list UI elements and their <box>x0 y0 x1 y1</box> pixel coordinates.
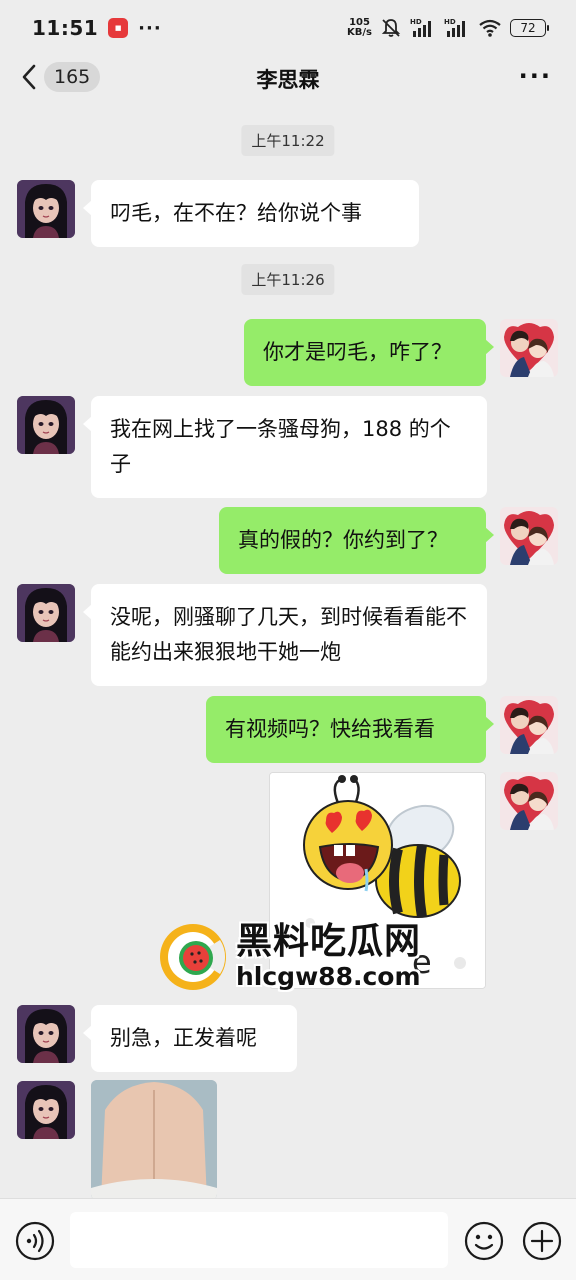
signal-hd-1-icon: HD <box>410 18 431 37</box>
message-timestamp: 上午11:22 <box>241 125 335 156</box>
couple-avatar-icon <box>500 772 558 830</box>
network-speed-unit: KB/s <box>347 27 372 38</box>
chat-header: 165 李思霖 ··· <box>0 56 576 102</box>
anime-girl-avatar-icon <box>17 584 75 642</box>
image-message[interactable] <box>91 1080 217 1200</box>
contact-avatar[interactable] <box>17 396 75 454</box>
anime-girl-avatar-icon <box>17 396 75 454</box>
chevron-left-icon <box>22 64 36 90</box>
anime-girl-avatar-icon <box>17 180 75 238</box>
message-bubble-received[interactable]: 别急，正发着呢 <box>83 1005 297 1072</box>
input-bar <box>0 1198 576 1280</box>
status-right: 105 KB/s HD HD 72 <box>347 17 549 39</box>
message-text: 没呢，刚骚聊了几天，到时候看看能不能约出来狠狠地干她一炮 <box>110 605 467 664</box>
back-button[interactable]: 165 <box>20 62 101 92</box>
contact-avatar[interactable] <box>17 1005 75 1063</box>
more-functions-button[interactable] <box>521 1220 563 1262</box>
message-text: 我在网上找了一条骚母狗，188 的个子 <box>110 417 451 476</box>
message-input[interactable] <box>70 1212 448 1268</box>
message-bubble-sent[interactable]: 有视频吗？快给我看看 <box>206 696 494 763</box>
contact-avatar[interactable] <box>17 1081 75 1139</box>
couple-avatar-icon <box>500 319 558 377</box>
battery-indicator: 72 <box>510 19 549 37</box>
status-bar: 11:51 ■ ··· 105 KB/s HD HD 72 <box>0 0 576 56</box>
svg-text:HD: HD <box>444 18 456 26</box>
message-text: 有视频吗？快给我看看 <box>225 717 435 741</box>
couple-avatar-icon <box>500 507 558 565</box>
anime-girl-avatar-icon <box>17 1005 75 1063</box>
unread-count-badge: 165 <box>44 62 101 92</box>
couple-avatar-icon <box>500 696 558 754</box>
more-notifications-icon: ··· <box>138 17 162 39</box>
contact-avatar[interactable] <box>17 584 75 642</box>
chat-title: 李思霖 <box>256 68 320 92</box>
message-bubble-sent[interactable]: 真的假的？你约到了？ <box>219 507 494 574</box>
app-notification-icon: ■ <box>108 18 129 38</box>
watermark-text: 黑料吃瓜网 hlcgw88.com <box>236 922 421 992</box>
voice-icon <box>15 1221 55 1261</box>
photo-thumbnail-icon <box>91 1080 217 1200</box>
voice-input-button[interactable] <box>15 1221 55 1261</box>
message-text: 别急，正发着呢 <box>110 1026 257 1050</box>
contact-avatar[interactable] <box>17 180 75 238</box>
svg-text:HD: HD <box>410 18 422 26</box>
message-bubble-sent[interactable]: 你才是叼毛，咋了？ <box>244 319 494 386</box>
my-avatar[interactable] <box>500 507 558 565</box>
message-text: 真的假的？你约到了？ <box>238 528 448 552</box>
watermark-url: hlcgw88.com <box>236 962 421 991</box>
wifi-icon <box>479 19 501 37</box>
my-avatar[interactable] <box>500 696 558 754</box>
smiley-icon <box>464 1221 504 1261</box>
emoji-button[interactable] <box>463 1220 505 1262</box>
my-avatar[interactable] <box>500 319 558 377</box>
plus-icon <box>522 1221 562 1261</box>
network-speed: 105 KB/s <box>347 18 372 38</box>
message-text: 叼毛，在不在？给你说个事 <box>110 201 362 225</box>
message-bubble-received[interactable]: 我在网上找了一条骚母狗，188 的个子 <box>83 396 487 498</box>
watermark-title: 黑料吃瓜网 <box>236 921 422 962</box>
status-left: 11:51 ■ ··· <box>32 16 162 40</box>
signal-hd-2-icon: HD <box>444 18 465 37</box>
message-bubble-received[interactable]: 没呢，刚骚聊了几天，到时候看看能不能约出来狠狠地干她一炮 <box>83 584 487 686</box>
message-text: 你才是叼毛，咋了？ <box>263 340 452 364</box>
watermelon-logo-icon <box>160 924 226 990</box>
message-timestamp: 上午11:26 <box>241 264 335 295</box>
more-options-button[interactable]: ··· <box>519 64 552 88</box>
site-watermark: 黑料吃瓜网 hlcgw88.com <box>158 917 448 997</box>
mute-icon <box>381 19 401 37</box>
message-bubble-received[interactable]: 叼毛，在不在？给你说个事 <box>83 180 419 247</box>
status-time: 11:51 <box>32 16 99 40</box>
my-avatar[interactable] <box>500 772 558 830</box>
anime-girl-avatar-icon <box>17 1081 75 1139</box>
